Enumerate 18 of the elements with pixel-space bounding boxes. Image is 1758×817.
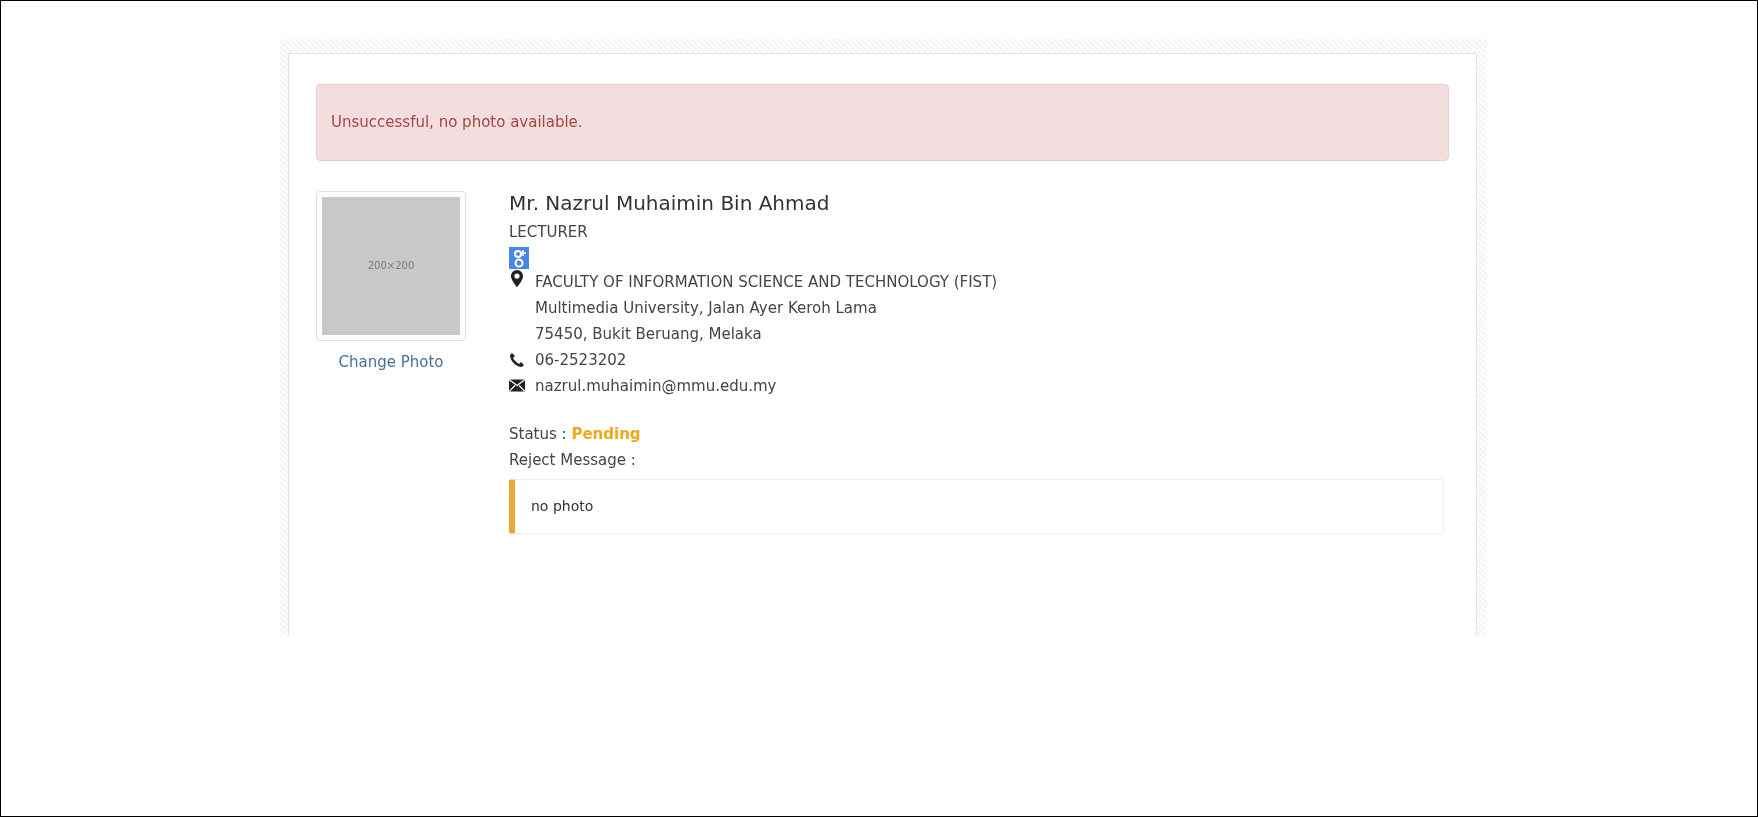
change-photo-link[interactable]: Change Photo bbox=[338, 350, 444, 373]
status-value: Pending bbox=[571, 424, 641, 443]
address-line: Multimedia University, Jalan Ayer Keroh Lama bbox=[535, 297, 878, 319]
map-pin-icon bbox=[509, 269, 525, 289]
status-label: Status : bbox=[509, 424, 567, 443]
address-line: FACULTY OF INFORMATION SCIENCE AND TECHNOLOGY (FIST) bbox=[535, 271, 998, 293]
reject-message: no photo bbox=[509, 478, 1444, 534]
email-address: nazrul.muhaimin@mmu.edu.my bbox=[535, 375, 777, 397]
phone-icon bbox=[509, 351, 525, 368]
person-name: Mr. Nazrul Muhaimin Bin Ahmad bbox=[509, 190, 831, 215]
reject-label: Reject Message : bbox=[509, 449, 637, 471]
envelope-icon bbox=[509, 379, 525, 392]
error-alert: Unsuccessful, no photo available. bbox=[316, 84, 1449, 161]
job-title: LECTURER bbox=[509, 221, 589, 243]
social-icon[interactable] bbox=[509, 246, 529, 269]
address-line: 75450, Bukit Beruang, Melaka bbox=[535, 323, 763, 345]
phone-number: 06-2523202 bbox=[535, 349, 627, 371]
placeholder-label: 200×200 bbox=[367, 259, 415, 273]
